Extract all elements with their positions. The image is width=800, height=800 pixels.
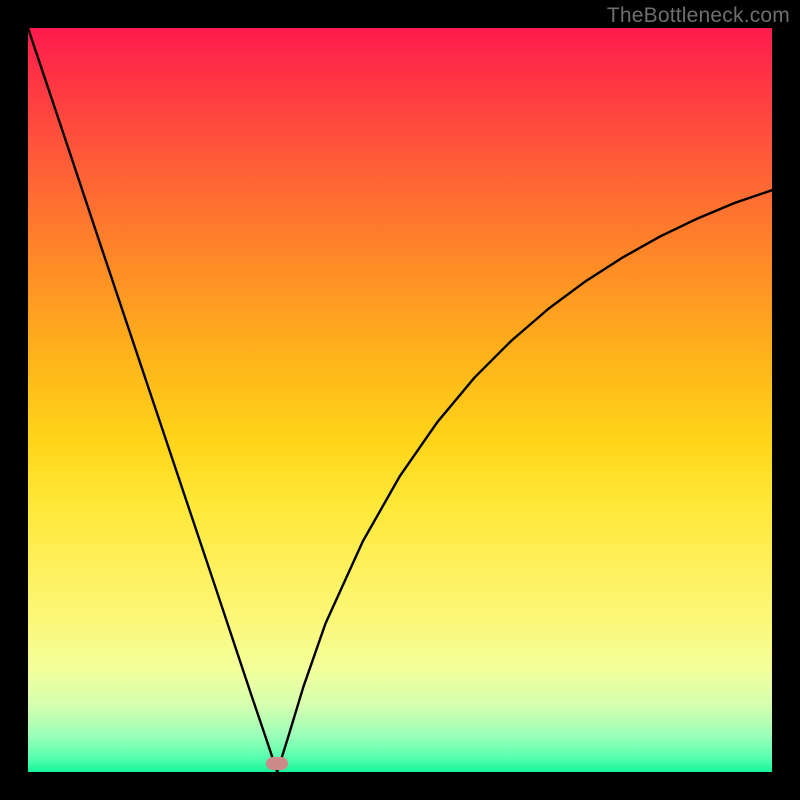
- chart-frame: TheBottleneck.com: [0, 0, 800, 800]
- watermark-text: TheBottleneck.com: [607, 4, 790, 28]
- optimal-point-marker: [266, 757, 288, 770]
- plot-area: [28, 28, 772, 772]
- bottleneck-curve: [28, 28, 772, 772]
